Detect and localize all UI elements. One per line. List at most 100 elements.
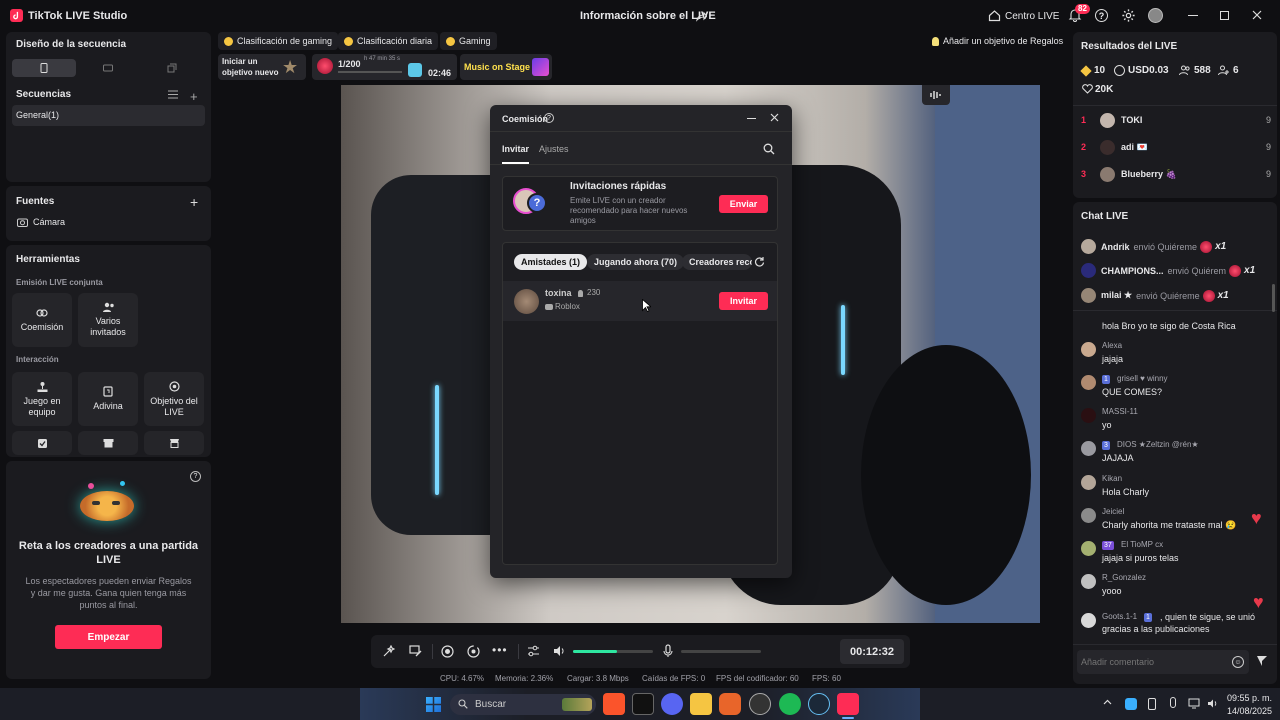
- taskbar-clock-time[interactable]: 09:55 p. m.: [1227, 693, 1272, 703]
- cohost-help-icon[interactable]: ?: [544, 113, 554, 123]
- list-icon[interactable]: [168, 90, 178, 99]
- gaming-ranking-tag[interactable]: Clasificación de gaming: [218, 32, 339, 50]
- send-quick-invite-button[interactable]: Enviar: [719, 195, 768, 213]
- layout-horizontal-tab[interactable]: [76, 59, 140, 77]
- app-orange-icon[interactable]: [719, 693, 741, 715]
- adjust-sliders-icon[interactable]: [527, 645, 540, 657]
- team-game-tool[interactable]: Juego en equipo: [12, 372, 72, 426]
- ranking-row-1[interactable]: 1 TOKI 9: [1081, 107, 1271, 133]
- send-comment-icon[interactable]: [1256, 655, 1268, 667]
- diamonds-count: 10: [1094, 65, 1106, 76]
- minimize-icon[interactable]: [1188, 15, 1198, 16]
- refresh-icon[interactable]: [754, 256, 765, 267]
- spotify-icon[interactable]: [779, 693, 801, 715]
- tray-app-icon[interactable]: [1125, 698, 1137, 710]
- tray-chevron-up-icon[interactable]: [1103, 699, 1112, 705]
- modal-minimize-icon[interactable]: [747, 118, 756, 119]
- home-icon[interactable]: [988, 9, 1001, 22]
- search-icon[interactable]: [763, 143, 775, 155]
- ranking-row-2[interactable]: 2 adi 💌 9: [1081, 134, 1271, 160]
- start-challenge-button[interactable]: Empezar: [55, 625, 162, 649]
- ranking-row-3[interactable]: 3 Blueberry 🍇 9: [1081, 161, 1271, 187]
- add-source-icon[interactable]: +: [190, 194, 198, 210]
- sequence-item-general[interactable]: General(1): [12, 105, 205, 126]
- gaming-label: Gaming: [459, 36, 491, 46]
- tiktok-logo-icon: [10, 9, 23, 22]
- magic-wand-icon[interactable]: [383, 645, 395, 657]
- more-options-icon[interactable]: •••: [492, 643, 508, 657]
- source-item-camera[interactable]: Cámara: [33, 217, 65, 227]
- chip-playing-now[interactable]: Jugando ahora (70): [587, 254, 685, 270]
- shop-tool[interactable]: [144, 431, 204, 455]
- capcut-icon[interactable]: [632, 693, 654, 715]
- discord-icon[interactable]: [661, 693, 683, 715]
- live-chat-title: Chat LIVE: [1081, 211, 1129, 222]
- chip-recommended[interactable]: Creadores reco: [682, 254, 752, 270]
- steam-icon[interactable]: [808, 693, 830, 715]
- microphone-icon[interactable]: [663, 644, 673, 658]
- file-explorer-icon[interactable]: [690, 693, 712, 715]
- profile-avatar[interactable]: [1148, 8, 1163, 23]
- screen-edit-icon[interactable]: [409, 645, 422, 657]
- tray-mic-icon[interactable]: [1170, 697, 1176, 708]
- tray-network-icon[interactable]: [1188, 698, 1200, 709]
- mic-volume-track[interactable]: [681, 650, 761, 653]
- centro-live-link[interactable]: Centro LIVE: [1005, 11, 1059, 22]
- multi-guest-tool[interactable]: Varios invitados: [78, 293, 138, 347]
- settings-gear-icon[interactable]: [1121, 8, 1136, 23]
- tab-invite[interactable]: Invitar: [502, 144, 529, 154]
- trophy-icon: [224, 36, 233, 46]
- friends-list-card: Amistades (1) Jugando ahora (70) Creador…: [502, 242, 778, 565]
- layout-multi-tab[interactable]: [140, 59, 204, 77]
- help-icon[interactable]: ?: [1095, 9, 1108, 22]
- tray-volume-icon[interactable]: [1207, 698, 1219, 709]
- modal-close-icon[interactable]: [770, 113, 779, 122]
- music-on-stage-widget[interactable]: Music on Stage: [460, 54, 552, 80]
- box-tool[interactable]: [78, 431, 138, 455]
- poll-tool[interactable]: [12, 431, 72, 455]
- replay-icon[interactable]: [467, 645, 480, 658]
- stream-controls-bar: ••• 00:12:32: [371, 635, 910, 668]
- new-goal-widget[interactable]: Iniciar un objetivo nuevo ★: [218, 54, 306, 80]
- comment-input[interactable]: [1081, 655, 1221, 669]
- taskbar-clock-date[interactable]: 14/08/2025: [1227, 706, 1272, 716]
- layout-vertical-tab[interactable]: [12, 59, 76, 77]
- brave-browser-icon[interactable]: [603, 693, 625, 715]
- add-gift-goal-label: Añadir un objetivo de Regalos: [943, 36, 1064, 46]
- promo-help-icon[interactable]: ?: [190, 471, 201, 482]
- invite-friend-button[interactable]: Invitar: [719, 292, 768, 310]
- stat-fps-drops: Caídas de FPS: 0: [642, 674, 706, 683]
- joystick-icon: [37, 381, 48, 392]
- close-window-icon[interactable]: [1252, 10, 1262, 20]
- add-sequence-icon[interactable]: +: [190, 89, 198, 104]
- tab-settings[interactable]: Ajustes: [539, 144, 569, 154]
- user-avatar: [1081, 541, 1096, 556]
- chat-scrollbar[interactable]: [1272, 284, 1275, 312]
- user-avatar: [1081, 574, 1096, 589]
- speaker-volume-track[interactable]: [573, 650, 653, 653]
- guess-tool[interactable]: Adivina: [78, 372, 138, 426]
- chip-friends[interactable]: Amistades (1): [514, 254, 588, 270]
- speaker-icon[interactable]: [553, 645, 566, 657]
- gift-user: CHAMPIONS...: [1101, 265, 1164, 276]
- tiktok-studio-taskbar-icon[interactable]: [837, 693, 859, 715]
- gift-rose-icon: [1200, 240, 1213, 253]
- live-goal-tool[interactable]: Objetivo del LIVE: [144, 372, 204, 426]
- daily-ranking-tag[interactable]: Clasificación diaria: [338, 32, 439, 50]
- record-icon[interactable]: [441, 645, 454, 658]
- user-avatar: [1081, 342, 1096, 357]
- emoji-icon[interactable]: ☺: [1232, 656, 1244, 668]
- gaming-tag[interactable]: Gaming: [440, 32, 497, 50]
- gamepad-icon: [446, 36, 455, 46]
- tray-battery-icon[interactable]: [1148, 698, 1156, 710]
- obs-icon[interactable]: [749, 693, 771, 715]
- maximize-icon[interactable]: [1220, 11, 1229, 20]
- audio-level-icon[interactable]: [922, 85, 950, 105]
- friend-row[interactable]: toxina 230 Roblox Invitar: [503, 281, 777, 321]
- add-gift-goal-tag[interactable]: Añadir un objetivo de Regalos: [926, 32, 1069, 50]
- chat-message-text: yo: [1102, 420, 1112, 430]
- coemision-tool[interactable]: Coemisión: [12, 293, 72, 347]
- rose-goal-widget[interactable]: 1/200 h 47 min 35 s 02:46: [312, 54, 457, 80]
- share-icon[interactable]: [695, 10, 707, 22]
- taskbar-search-box[interactable]: Buscar: [450, 694, 596, 715]
